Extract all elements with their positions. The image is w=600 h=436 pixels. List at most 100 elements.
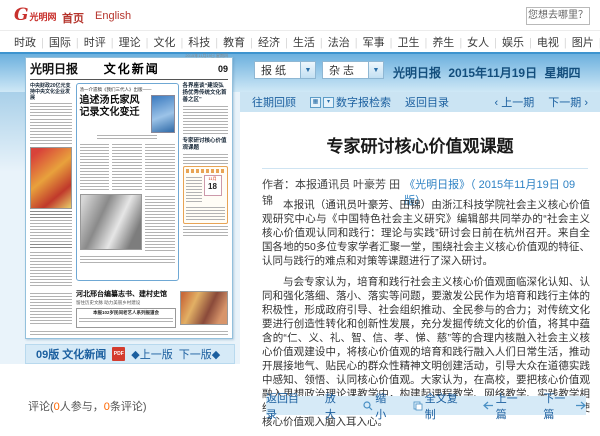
site-nav: 时政 国际 时评 理论 文化 科技 教育 经济 生活 法治 军事 卫生 养生 女… [0, 30, 600, 52]
nav-item-dianshi[interactable]: 电视 [524, 34, 559, 50]
book-cover-image [151, 95, 175, 133]
nav-item-tupian[interactable]: 图片 [559, 34, 594, 50]
nav-item-shenghuo[interactable]: 生活 [280, 34, 315, 50]
issue-masthead-date: 光明日报 2015年11月19日 星期四 [393, 64, 584, 81]
right-column-headline[interactable]: 各界座谈“建设弘扬优秀传统文化首善之区” [183, 83, 229, 104]
newspaper-footer-line [30, 331, 228, 335]
pdf-icon[interactable]: PDF [112, 347, 125, 361]
comments-summary[interactable]: 评论(0人参与，0条评论) [28, 398, 147, 414]
nav-item-junshi[interactable]: 军事 [350, 34, 385, 50]
logo-g-icon: G [14, 5, 29, 25]
feature-headline-line2: 记录文化变迁 [80, 107, 140, 119]
magazine-select[interactable]: 杂志 ▼ [322, 61, 384, 79]
nav-item-weisheng[interactable]: 卫生 [385, 34, 420, 50]
feature-byline [97, 135, 157, 140]
left-column-photo [30, 147, 72, 209]
date-picker-dropdown-icon[interactable]: ▾ [323, 97, 334, 108]
page-navigation-bar: 09版 文化新闻 PDF ◆上一版 下一版◆ [25, 344, 235, 364]
bottom-story-headline: 河北邢台编纂志书、建村史馆 [76, 291, 176, 299]
comments-text: 评论( [28, 401, 54, 413]
newspaper-right-column: 各界座谈“建设弘扬优秀传统文化首善之区” 专家研讨核心价值观课题 11月 18 [183, 83, 229, 288]
nav-item-shizheng[interactable]: 时政 [14, 34, 36, 50]
left-column-headline[interactable]: 中央财政20亿元支持中央文化企业发展 [30, 83, 72, 101]
bottom-story[interactable]: 河北邢台编纂志书、建村史馆 留住历史文脉 助力美丽乡村建设 本报102岁民间老艺… [76, 291, 176, 328]
left-gradient-strip [0, 92, 25, 172]
copy-icon [413, 401, 423, 411]
nav-item-nvren[interactable]: 女人 [454, 34, 489, 50]
feature-head-row: 追述汤氏家风 记录文化变迁 [80, 95, 175, 133]
nav-item-jiaoyu[interactable]: 教育 [210, 34, 245, 50]
newspaper-page-number: 09 [218, 64, 228, 74]
nav-item-lilun[interactable]: 理论 [106, 34, 141, 50]
newsprint-text [183, 226, 229, 238]
next-page-link[interactable]: 下一版◆ [179, 346, 220, 362]
newspaper-header-right: 2015年11月19日 星期四 09 [185, 53, 228, 77]
prev-page-link[interactable]: ◆上一版 [131, 346, 172, 362]
bottom-story-subtitle: 留住历史文脉 助力美丽乡村建设 [76, 300, 176, 306]
back-to-contents-link[interactable]: 返回目录 [405, 94, 449, 110]
newspaper-masthead: 光明日报 [30, 60, 78, 77]
chevron-down-icon[interactable]: ▼ [300, 62, 315, 78]
nav-item-jingji[interactable]: 经济 [245, 34, 280, 50]
article-paragraph: 本报讯（通讯员叶豪芳、田锦）由浙江科技学院社会主义核心价值观研究中心与《中国特色… [262, 198, 590, 268]
feature-kicker: 汤一介遗稿《我们三代人》出版—— [80, 87, 175, 93]
newspaper-feature-box[interactable]: 汤一介遗稿《我们三代人》出版—— 追述汤氏家风 记录文化变迁 [76, 83, 179, 281]
calendar-day: 18 [205, 182, 221, 191]
newsprint-text [112, 144, 142, 192]
calendar-box-body: 11月 18 [186, 175, 226, 205]
feature-text-columns [80, 142, 175, 194]
article-toolbar: 返回目录 放大 缩小 全文复制 上一篇 下一篇 [266, 396, 586, 415]
site-header: G 光明网 首页 English 您想去哪里？ [0, 0, 600, 30]
date-picker-icon[interactable]: ▦ [310, 97, 321, 108]
article-divider [262, 168, 588, 169]
comments-text: 人参与， [60, 401, 104, 413]
newspaper-bottom-row: 河北邢台编纂志书、建村史馆 留住历史文脉 助力美丽乡村建设 本报102岁民间老艺… [30, 291, 228, 328]
newspaper-date: 2015年11月19日 星期四 [185, 53, 228, 59]
newsprint-text [145, 144, 175, 192]
comments-text: 条评论) [110, 401, 147, 413]
boxed-brief-story[interactable]: 本报102岁民间老艺人系列报道会 [76, 308, 176, 328]
newsprint-text [30, 119, 72, 145]
current-article-headline[interactable]: 专家研讨核心价值观课题 [183, 138, 229, 152]
nav-item-keji[interactable]: 科技 [175, 34, 210, 50]
next-issue-link[interactable]: 下一期 › [548, 94, 588, 110]
nav-item-wenhua[interactable]: 文化 [141, 34, 176, 50]
newsprint-text [186, 177, 202, 203]
calendar-box-header [186, 169, 226, 173]
home-link[interactable]: 首页 [62, 10, 84, 26]
prev-issue-link[interactable]: ‹ 上一期 [495, 94, 535, 110]
nav-item-yule[interactable]: 娱乐 [489, 34, 524, 50]
newsprint-text [30, 293, 72, 325]
newsprint-text [80, 144, 110, 192]
photo-caption-text [30, 211, 72, 218]
nav-item-fazhi[interactable]: 法治 [315, 34, 350, 50]
newspaper-header: 光明日报 文化新闻 2015年11月19日 星期四 09 [30, 62, 228, 77]
newspaper-left-column: 中央财政20亿元支持中央文化企业发展 [30, 83, 72, 288]
newsprint-text [79, 318, 173, 324]
newsprint-text [183, 106, 229, 136]
english-link[interactable]: English [95, 10, 131, 22]
feature-bw-photo [80, 194, 142, 250]
nav-item-guoji[interactable]: 国际 [36, 34, 71, 50]
newspaper-page-thumbnail[interactable]: 光明日报 文化新闻 2015年11月19日 星期四 09 中央财政20亿元支持中… [25, 57, 233, 339]
nav-item-yangsheng[interactable]: 养生 [419, 34, 454, 50]
nav-item-shiping[interactable]: 时评 [71, 34, 106, 50]
arrow-left-icon [483, 401, 494, 410]
magazine-select-value: 杂志 [323, 62, 357, 78]
paper-select-value: 报纸 [255, 62, 289, 78]
article-title: 专家研讨核心价值观课题 [240, 132, 600, 157]
gmw-logo[interactable]: G 光明网 [14, 5, 57, 25]
chevron-down-icon[interactable]: ▼ [368, 62, 383, 78]
calendar-story-box[interactable]: 11月 18 [183, 166, 229, 224]
newsprint-text [30, 103, 72, 117]
issue-masthead: 光明日报 [393, 66, 441, 80]
issue-date: 2015年11月19日 [448, 66, 537, 80]
feature-headline[interactable]: 追述汤氏家风 记录文化变迁 [80, 95, 140, 119]
issue-tools-row: 往期回顾 ▦ ▾ 数字报检索 返回目录 ‹ 上一期 下一期 › [240, 92, 600, 112]
newsprint-text [30, 252, 72, 286]
past-issues-link[interactable]: 往期回顾 [252, 94, 296, 110]
nav-item-boke[interactable]: 博客 [594, 34, 600, 50]
paper-select[interactable]: 报纸 ▼ [254, 61, 316, 79]
where-to-go-box[interactable]: 您想去哪里？ [526, 7, 590, 25]
digital-search-link[interactable]: 数字报检索 [336, 94, 391, 110]
